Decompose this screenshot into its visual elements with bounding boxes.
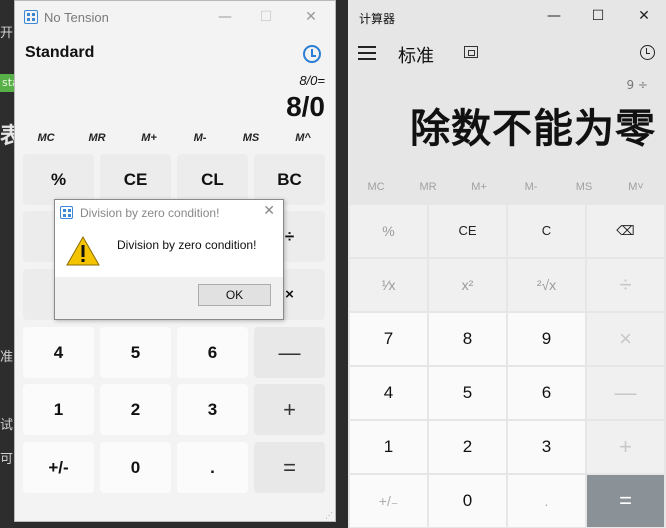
resize-grip-icon[interactable]: ⋰ (325, 511, 333, 520)
key-4-button[interactable]: 4 (350, 367, 427, 419)
key-2-button[interactable]: 2 (429, 421, 506, 473)
history-icon[interactable] (303, 45, 321, 63)
history-icon[interactable] (640, 45, 655, 60)
memory-list-button[interactable]: M^ (278, 132, 328, 144)
memory-clear-button[interactable]: MC (21, 132, 71, 144)
memory-subtract-button[interactable]: M- (506, 181, 556, 193)
equals-button[interactable]: = (587, 475, 664, 527)
key-1-button[interactable]: 1 (23, 384, 94, 435)
memory-store-button[interactable]: MS (226, 132, 276, 144)
memory-add-button[interactable]: M+ (454, 181, 504, 193)
background-text: 准 (0, 350, 14, 365)
key-0-button[interactable]: 0 (100, 442, 171, 493)
key-1-button[interactable]: 1 (350, 421, 427, 473)
backspace-button[interactable]: BC (254, 154, 325, 205)
warning-icon (66, 235, 100, 266)
add-button[interactable]: + (254, 384, 325, 435)
square-button[interactable]: x² (429, 259, 506, 311)
memory-clear-button[interactable]: MC (351, 181, 401, 193)
key-4-button[interactable]: 4 (23, 327, 94, 378)
key-3-button[interactable]: 3 (508, 421, 585, 473)
negate-button[interactable]: +/- (23, 442, 94, 493)
window-title: 计算器 (359, 12, 396, 26)
memory-add-button[interactable]: M+ (124, 132, 174, 144)
key-2-button[interactable]: 2 (100, 384, 171, 435)
memory-subtract-button[interactable]: M- (175, 132, 225, 144)
background-text: 试 (0, 418, 14, 433)
dialog-close-icon[interactable]: ✕ (263, 203, 275, 219)
key-3-button[interactable]: 3 (177, 384, 248, 435)
decimal-button[interactable]: . (508, 475, 585, 527)
clear-button[interactable]: C (508, 205, 585, 257)
clear-button[interactable]: CL (177, 154, 248, 205)
memory-store-button[interactable]: MS (559, 181, 609, 193)
menu-icon[interactable] (358, 46, 376, 60)
key-6-button[interactable]: 6 (508, 367, 585, 419)
dialog-footer: OK (55, 277, 283, 319)
key-0-button[interactable]: 0 (429, 475, 506, 527)
memory-recall-button[interactable]: MR (403, 181, 453, 193)
square-root-button[interactable]: ²√x (508, 259, 585, 311)
memory-recall-button[interactable]: MR (72, 132, 122, 144)
window-title: No Tension (44, 10, 109, 25)
divide-button[interactable]: ÷ (587, 259, 664, 311)
close-button[interactable]: ✕ (634, 6, 654, 26)
maximize-button[interactable]: ☐ (256, 7, 276, 27)
subtract-button[interactable]: — (587, 367, 664, 419)
mode-title: 标准 (398, 46, 434, 67)
equals-button[interactable]: = (254, 442, 325, 493)
key-7-button[interactable]: 7 (350, 313, 427, 365)
clear-entry-button[interactable]: CE (429, 205, 506, 257)
subtract-button[interactable]: — (254, 327, 325, 378)
key-5-button[interactable]: 5 (100, 327, 171, 378)
backspace-button[interactable]: ⌫ (587, 205, 664, 257)
dialog-message: Division by zero condition! (117, 238, 257, 252)
background-text: 开 (0, 26, 14, 41)
minimize-button[interactable]: — (544, 6, 564, 26)
negate-button[interactable]: +/₋ (350, 475, 427, 527)
decimal-button[interactable]: . (177, 442, 248, 493)
key-5-button[interactable]: 5 (429, 367, 506, 419)
dialog-title: Division by zero condition! (80, 206, 220, 220)
percent-button[interactable]: % (350, 205, 427, 257)
memory-row: MC MR M+ M- MS M^ (15, 132, 335, 150)
minimize-button[interactable]: — (215, 7, 235, 27)
title-bar[interactable]: No Tension — ☐ ✕ (15, 1, 335, 33)
key-8-button[interactable]: 8 (429, 313, 506, 365)
expression-display: 8/0= (299, 73, 325, 88)
key-6-button[interactable]: 6 (177, 327, 248, 378)
key-9-button[interactable]: 9 (508, 313, 585, 365)
calculator-app-icon (60, 206, 73, 219)
clear-entry-button[interactable]: CE (100, 154, 171, 205)
keep-on-top-icon[interactable] (464, 46, 478, 58)
expression-display: 9 ÷ (626, 78, 648, 92)
ok-button[interactable]: OK (198, 284, 271, 306)
percent-button[interactable]: % (23, 154, 94, 205)
close-button[interactable]: ✕ (301, 7, 321, 27)
add-button[interactable]: + (587, 421, 664, 473)
mode-title: Standard (25, 44, 95, 61)
windows-calculator-window: 计算器 — ☐ ✕ 标准 9 ÷ 除数不能为零 MC MR M+ M- MS M… (348, 0, 666, 528)
multiply-button[interactable]: × (587, 313, 664, 365)
division-by-zero-dialog: Division by zero condition! ✕ Division b… (54, 199, 284, 320)
result-display: 除数不能为零 (410, 106, 656, 152)
maximize-button[interactable]: ☐ (588, 6, 608, 26)
result-display: 8/0 (286, 91, 325, 122)
memory-list-button[interactable]: M˅ (611, 181, 661, 193)
reciprocal-button[interactable]: ¹⁄x (350, 259, 427, 311)
calculator-app-icon (24, 10, 38, 24)
background-text: 可 (0, 452, 14, 467)
